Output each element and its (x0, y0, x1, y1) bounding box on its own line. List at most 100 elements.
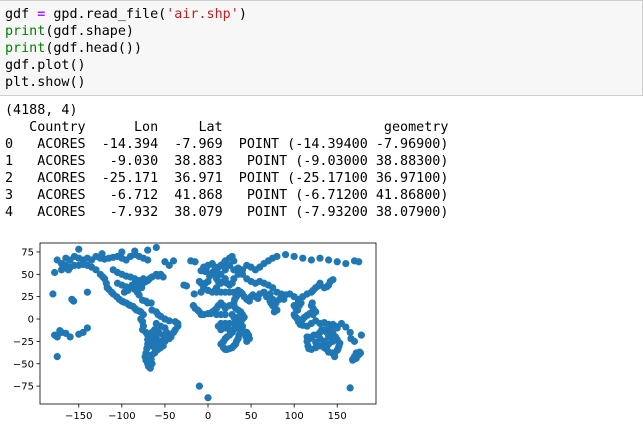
code-token-operator: = (37, 7, 46, 22)
x-tick-label: 150 (328, 411, 347, 422)
cell-index: 0 (5, 137, 14, 152)
data-point (197, 288, 205, 296)
data-point (350, 337, 359, 345)
data-point (144, 256, 152, 264)
cell-lon: -7.932 (85, 205, 159, 220)
dataframe-row: 3 ACORES -6.712 41.868 POINT (-6.71200 4… (5, 187, 448, 204)
data-point (66, 333, 74, 341)
data-point (337, 319, 346, 328)
data-point (273, 252, 281, 261)
data-point (331, 352, 339, 361)
code-token-args: (gdf.head()) (45, 41, 143, 56)
data-point (204, 394, 212, 402)
data-point (234, 264, 242, 272)
code-token-var: gdf (5, 7, 30, 22)
code-line-3[interactable]: print(gdf.head()) (5, 40, 142, 57)
data-point (138, 296, 147, 304)
data-point (355, 258, 363, 266)
code-token-paren: ) (238, 7, 247, 22)
data-point (346, 328, 354, 337)
data-point (281, 251, 290, 259)
cell-index: 1 (5, 154, 14, 169)
cell-lat: 36.971 (158, 171, 223, 186)
data-point (299, 254, 307, 262)
x-tick-label: −50 (154, 411, 175, 422)
cell-lat: Lat (158, 120, 223, 135)
dataframe-row: 1 ACORES -9.030 38.883 POINT (-9.03000 3… (5, 153, 448, 170)
data-point (308, 299, 316, 307)
data-point (51, 268, 59, 277)
data-point (329, 276, 337, 284)
data-point (290, 252, 298, 261)
cell-geometry: POINT (-14.39400 -7.96900) (222, 137, 449, 152)
data-point (195, 382, 203, 390)
data-point (312, 338, 320, 346)
data-point (83, 288, 91, 296)
data-point (98, 250, 106, 258)
cell-index: 2 (5, 171, 14, 186)
data-point (159, 273, 167, 281)
data-point (83, 324, 91, 332)
cell-geometry: geometry (222, 120, 449, 135)
data-point (357, 331, 365, 339)
y-tick-label: −75 (13, 382, 34, 393)
y-tick-label: −25 (13, 337, 34, 348)
code-cell[interactable]: gdf = gpd.read_file('air.shp') print(gdf… (0, 0, 643, 96)
data-point (225, 326, 234, 334)
cell-lat: 38.079 (158, 205, 223, 220)
cell-index: 3 (5, 188, 14, 203)
code-line-4[interactable]: gdf.plot() (5, 57, 86, 74)
cell-lon: -9.030 (85, 154, 159, 169)
code-line-5[interactable]: plt.show() (5, 74, 86, 91)
data-point (75, 245, 83, 253)
cell-index (5, 120, 13, 135)
data-point (64, 266, 73, 274)
x-tick-label: −100 (108, 411, 135, 422)
data-point (325, 256, 333, 264)
cell-geometry: POINT (-7.93200 38.07900) (222, 205, 449, 220)
data-point (152, 243, 160, 252)
data-point (191, 258, 199, 266)
y-tick-label: −50 (13, 359, 34, 370)
cell-geometry: POINT (-25.17100 36.97100) (222, 171, 449, 186)
data-point (57, 266, 66, 274)
cell-index: 4 (5, 205, 14, 220)
data-point (270, 308, 278, 316)
data-point (118, 248, 126, 256)
x-tick-label: 0 (205, 411, 211, 422)
dataframe-row: 4 ACORES -7.932 38.079 POINT (-7.93200 3… (5, 204, 448, 221)
code-token-builtin: print (5, 24, 46, 39)
data-point (295, 317, 303, 325)
code-line-1[interactable]: gdf = gpd.read_file('air.shp') (5, 6, 247, 23)
data-point (180, 281, 188, 289)
code-token-call: gpd.read_file( (53, 7, 167, 22)
code-line-2[interactable]: print(gdf.shape) (5, 23, 134, 40)
data-point (161, 258, 169, 266)
data-point (213, 310, 221, 319)
data-point (238, 322, 247, 330)
data-point (342, 259, 350, 268)
data-point (230, 299, 238, 307)
y-tick-label: 50 (21, 270, 34, 281)
cell-geometry: POINT (-9.03000 38.88300) (222, 154, 449, 169)
data-point (306, 335, 314, 343)
data-point (70, 297, 78, 305)
data-point (131, 247, 139, 255)
cell-country: ACORES (13, 188, 86, 203)
dataframe-row: 2 ACORES -25.171 36.971 POINT (-25.17100… (5, 170, 448, 187)
dataframe-row: 0 ACORES -14.394 -7.969 POINT (-14.39400… (5, 136, 448, 153)
dataframe-header: Country Lon Lat geometry (5, 119, 448, 136)
data-point (144, 246, 152, 254)
y-tick-label: 25 (21, 292, 34, 303)
data-point (307, 256, 315, 264)
x-tick-label: −150 (65, 411, 92, 422)
data-point (325, 333, 333, 341)
cell-lon: -6.712 (85, 188, 159, 203)
data-point (349, 356, 357, 364)
cell-lon: -14.394 (85, 137, 159, 152)
cell-lon: Lon (85, 120, 159, 135)
data-point (280, 295, 288, 303)
cell-country: ACORES (13, 171, 86, 186)
code-token-string: 'air.shp' (166, 7, 239, 22)
x-tick-label: 100 (285, 411, 304, 422)
